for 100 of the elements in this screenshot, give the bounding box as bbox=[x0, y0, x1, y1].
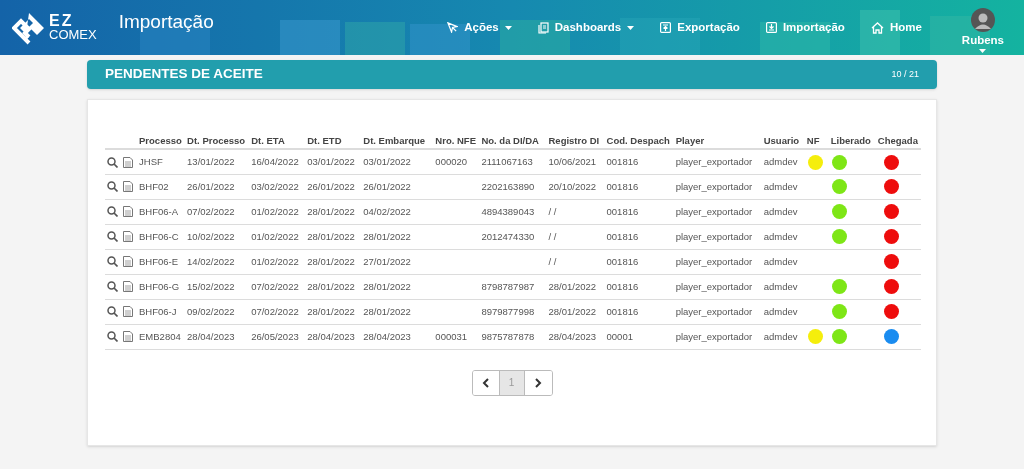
table-cell: admdev bbox=[763, 155, 798, 167]
table-cell: admdev bbox=[763, 280, 798, 292]
search-icon[interactable] bbox=[107, 256, 118, 268]
column-header: Nro. NFE bbox=[435, 135, 476, 146]
document-icon[interactable] bbox=[123, 306, 133, 318]
table-cell: 28/01/2022 bbox=[548, 280, 597, 292]
chevron-right-icon bbox=[534, 377, 542, 388]
column-header: Usuario bbox=[763, 135, 800, 146]
table-cell: BHF06-G bbox=[139, 280, 180, 292]
table-cell: 07/02/2022 bbox=[251, 305, 299, 317]
table-cell: 13/01/2022 bbox=[187, 155, 235, 167]
table-cell: 28/01/2022 bbox=[363, 230, 411, 242]
table-cell: admdev bbox=[763, 255, 798, 267]
table-cell: 03/02/2022 bbox=[251, 180, 299, 192]
column-header: Registro DI bbox=[548, 135, 600, 146]
search-icon[interactable] bbox=[107, 281, 118, 293]
user-name[interactable]: Rubens bbox=[961, 31, 1004, 50]
table-cell: admdev bbox=[763, 230, 798, 242]
column-header: Dt. Processo bbox=[187, 135, 246, 146]
search-icon[interactable] bbox=[107, 156, 118, 168]
column-header: Dt. ETD bbox=[307, 135, 342, 146]
cursor-icon bbox=[447, 22, 459, 33]
table-cell: 26/01/2022 bbox=[363, 180, 411, 192]
table-cell: 07/02/2022 bbox=[251, 280, 299, 292]
table-cell: 00001 bbox=[606, 330, 633, 342]
nav-link[interactable]: Ações bbox=[447, 18, 512, 37]
table-cell: 01/02/2022 bbox=[251, 230, 299, 242]
caret-icon bbox=[979, 49, 987, 54]
search-icon[interactable] bbox=[107, 331, 118, 343]
document-icon[interactable] bbox=[123, 331, 133, 343]
table-cell: 001816 bbox=[606, 205, 639, 217]
table-cell: player_exportador bbox=[675, 305, 753, 317]
table-cell: 10/06/2021 bbox=[548, 155, 597, 167]
document-icon[interactable] bbox=[123, 206, 133, 218]
nav-link[interactable]: Home bbox=[870, 18, 922, 37]
table-cell: 000020 bbox=[435, 155, 468, 167]
search-icon[interactable] bbox=[107, 231, 118, 243]
table-cell: 28/01/2022 bbox=[548, 305, 597, 317]
document-icon[interactable] bbox=[123, 156, 133, 168]
table-cell: 001816 bbox=[606, 230, 639, 242]
chevron-left-icon bbox=[482, 377, 489, 388]
table-cell: 9875787878 bbox=[481, 330, 535, 342]
nav-link[interactable]: Dashboards bbox=[537, 18, 635, 37]
table-cell: 8979877998 bbox=[481, 305, 535, 317]
document-icon[interactable] bbox=[123, 281, 133, 293]
column-header: Processo bbox=[139, 135, 182, 146]
download-icon bbox=[765, 22, 777, 33]
table-cell: 01/02/2022 bbox=[251, 205, 299, 217]
table-cell: admdev bbox=[763, 180, 798, 192]
table-cell: 28/01/2022 bbox=[307, 305, 355, 317]
document-icon[interactable] bbox=[123, 181, 133, 193]
table-cell: 28/04/2023 bbox=[187, 330, 235, 342]
column-header: Liberado bbox=[830, 135, 871, 146]
table-cell: 28/01/2022 bbox=[363, 280, 411, 292]
logo-icon bbox=[12, 10, 46, 45]
table-cell: 8798787987 bbox=[481, 280, 535, 292]
column-header: Dt. Embarque bbox=[363, 135, 426, 146]
avatar-icon[interactable] bbox=[970, 7, 995, 32]
home-icon bbox=[870, 21, 884, 34]
table-cell: 28/01/2022 bbox=[307, 280, 355, 292]
column-header: Chegada bbox=[877, 135, 918, 146]
table-cell: 28/04/2023 bbox=[548, 330, 597, 342]
table-cell: admdev bbox=[763, 305, 798, 317]
table-cell: 001816 bbox=[606, 180, 639, 192]
panel-title: PENDENTES DE ACEITE bbox=[105, 65, 263, 84]
table-cell: player_exportador bbox=[675, 230, 753, 242]
table-cell: 26/05/2023 bbox=[251, 330, 299, 342]
caret-icon bbox=[627, 25, 635, 30]
table-cell: 16/04/2022 bbox=[251, 155, 299, 167]
table-cell: 15/02/2022 bbox=[187, 280, 235, 292]
table-cell: 04/02/2022 bbox=[363, 205, 411, 217]
search-icon[interactable] bbox=[107, 306, 118, 318]
table-cell: 07/02/2022 bbox=[187, 205, 235, 217]
table-cell: 01/02/2022 bbox=[251, 255, 299, 267]
table-cell: BHF06-A bbox=[139, 205, 179, 217]
search-icon[interactable] bbox=[107, 181, 118, 193]
column-header: NF bbox=[806, 135, 820, 146]
table-cell: 4894389043 bbox=[481, 205, 535, 217]
table-cell: 001816 bbox=[606, 155, 639, 167]
table-cell: 2012474330 bbox=[481, 230, 535, 242]
table-cell: / / bbox=[548, 205, 557, 217]
table-cell: 28/01/2022 bbox=[307, 230, 355, 242]
table-cell: player_exportador bbox=[675, 155, 753, 167]
document-icon[interactable] bbox=[123, 231, 133, 243]
table-cell: player_exportador bbox=[675, 180, 753, 192]
table-cell: 26/01/2022 bbox=[307, 180, 355, 192]
search-icon[interactable] bbox=[107, 206, 118, 218]
table-cell: BHF06-J bbox=[139, 305, 177, 317]
logo-text: EZ bbox=[49, 14, 75, 28]
table-cell: 2111067163 bbox=[481, 155, 533, 167]
previous-page-button[interactable] bbox=[472, 370, 500, 395]
table-cell: 14/02/2022 bbox=[187, 255, 235, 267]
table-cell: BHF02 bbox=[139, 180, 169, 192]
table-cell: player_exportador bbox=[675, 280, 753, 292]
page-button[interactable]: 1 bbox=[499, 370, 525, 395]
document-icon[interactable] bbox=[123, 256, 133, 268]
nav-link[interactable]: Importação bbox=[765, 18, 845, 37]
nav-link[interactable]: Exportação bbox=[660, 18, 740, 37]
upload-icon bbox=[660, 22, 672, 33]
table-cell: 001816 bbox=[606, 280, 639, 292]
